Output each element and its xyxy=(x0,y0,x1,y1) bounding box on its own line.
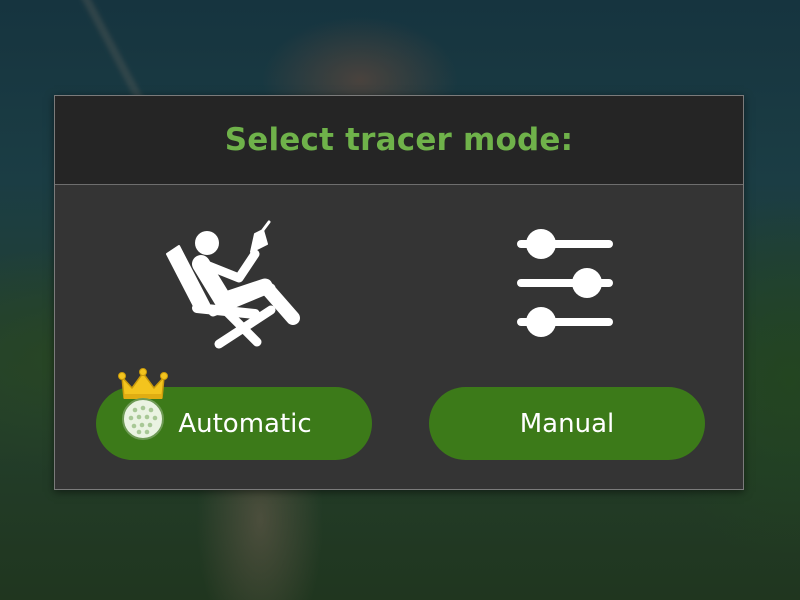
dialog-title: Select tracer mode: xyxy=(224,122,574,158)
premium-crown-golf-ball-icon xyxy=(118,368,168,440)
tracer-mode-dialog: Select tracer mode: Automatic Manual xyxy=(54,95,744,490)
manual-mode-button[interactable]: Manual xyxy=(429,387,705,460)
automatic-button-label: Automatic xyxy=(178,408,312,439)
manual-button-label: Manual xyxy=(519,408,615,439)
reclining-golfer-icon xyxy=(166,220,300,349)
sliders-icon xyxy=(517,229,613,337)
dialog-header: Select tracer mode: xyxy=(55,96,743,185)
